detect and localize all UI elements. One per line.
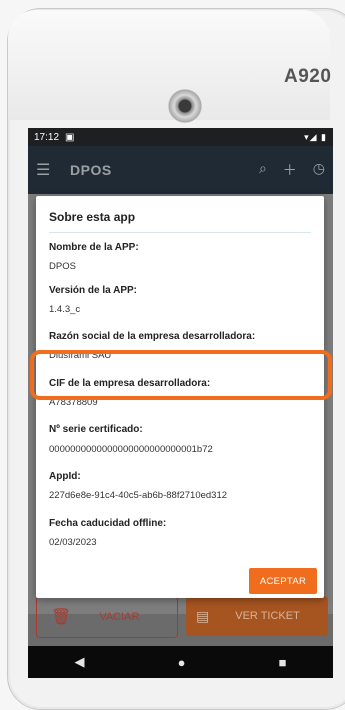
offline-expiry-value: 02/03/2023 [49, 537, 97, 548]
app-title: DPOS [70, 162, 112, 178]
app-name-value: DPOS [49, 261, 76, 272]
history-icon[interactable]: ◷ [313, 160, 325, 180]
camera-icon [168, 89, 202, 123]
status-bar: 17:12 ▣ ▾◢ ▮ [28, 128, 333, 146]
bottom-actions: 🗑 VACIAR ▤ VER TICKET [36, 596, 328, 640]
offline-expiry-label: Fecha caducidad offline: [49, 518, 167, 529]
status-icons: ▾◢ ▮ [304, 131, 327, 142]
vaciar-label: VACIAR [99, 611, 140, 623]
app-name-label: Nombre de la APP: [49, 242, 139, 253]
app-bar: ☰ DPOS ⌕ ＋ ◷ [28, 146, 333, 194]
search-icon[interactable]: ⌕ [259, 160, 267, 180]
device-model-label: A920 [284, 66, 332, 87]
certificate-serial-label: Nº serie certificado: [49, 424, 143, 435]
menu-icon[interactable]: ☰ [36, 160, 58, 180]
vaciar-button[interactable]: 🗑 VACIAR [36, 596, 178, 638]
back-icon[interactable]: ◀ [75, 654, 85, 670]
app-id-label: AppId: [49, 471, 81, 482]
app-id-value: 227d6e8e-91c4-40c5-ab6b-88f2710ed312 [49, 490, 228, 501]
home-icon[interactable]: ● [178, 655, 186, 670]
ver-ticket-label: VER TICKET [235, 610, 300, 622]
certificate-serial-value: 0000000000000000000000000001b72 [49, 444, 213, 455]
navigation-bar: ◀ ● ■ [28, 646, 333, 678]
add-icon[interactable]: ＋ [283, 160, 297, 180]
app-bar-actions: ⌕ ＋ ◷ [259, 160, 325, 180]
company-name-label: Razón social de la empresa desarrollador… [49, 331, 256, 342]
accept-button[interactable]: ACEPTAR [249, 568, 317, 594]
status-time: 17:12 [34, 131, 60, 143]
screen: 17:12 ▣ ▾◢ ▮ ☰ DPOS ⌕ ＋ ◷ 🗑 VACIAR ▤ VER… [28, 128, 333, 678]
dialog-divider [49, 232, 311, 233]
recents-icon[interactable]: ■ [279, 655, 287, 670]
image-notification-icon: ▣ [65, 131, 75, 143]
ver-ticket-button[interactable]: ▤ VER TICKET [186, 596, 328, 636]
dialog-title: Sobre esta app [49, 210, 136, 224]
trash-icon: 🗑 [51, 609, 72, 626]
receipt-icon: ▤ [196, 607, 210, 624]
app-version-label: Versión de la APP: [49, 285, 137, 296]
certificate-highlight-box [30, 350, 332, 400]
app-version-value: 1.4.3_c [49, 304, 81, 315]
